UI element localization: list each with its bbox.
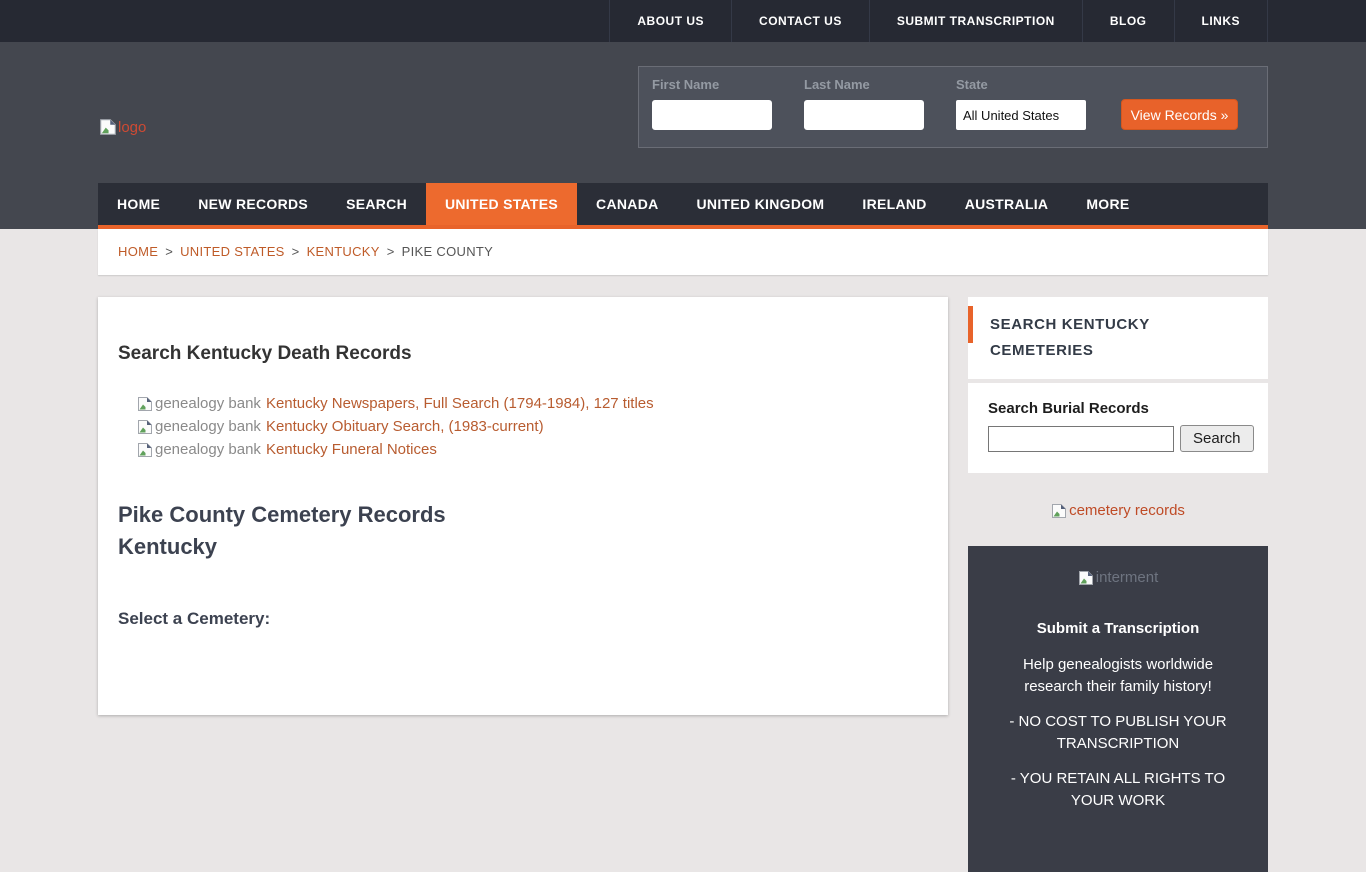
- breadcrumb-kentucky[interactable]: KENTUCKY: [307, 244, 380, 259]
- breadcrumb-separator: >: [387, 244, 395, 259]
- death-records-list: genealogy bank Kentucky Newspapers, Full…: [137, 392, 928, 461]
- list-item: genealogy bank Kentucky Funeral Notices: [137, 438, 928, 461]
- breadcrumb-home[interactable]: HOME: [118, 244, 158, 259]
- broken-image-icon: [1078, 570, 1094, 586]
- breadcrumb: HOME > UNITED STATES > KENTUCKY > PIKE COUNTY: [98, 229, 1268, 275]
- kentucky-funeral-notices-link[interactable]: Kentucky Funeral Notices: [266, 438, 437, 461]
- topbar-item-links[interactable]: LINKS: [1174, 0, 1269, 42]
- list-item: genealogy bank Kentucky Newspapers, Full…: [137, 392, 928, 415]
- genealogy-bank-alt-text: genealogy bank: [155, 415, 261, 438]
- broken-image-icon: [98, 118, 118, 136]
- list-item: genealogy bank Kentucky Obituary Search,…: [137, 415, 928, 438]
- view-records-button[interactable]: View Records »: [1121, 99, 1238, 130]
- cemetery-records-alt-text: cemetery records: [1069, 502, 1185, 519]
- select-cemetery-label: Select a Cemetery:: [118, 609, 928, 629]
- cemetery-records-link[interactable]: cemetery records: [968, 502, 1268, 519]
- first-name-label: First Name: [652, 77, 772, 92]
- broken-image-icon: [1051, 503, 1067, 519]
- death-records-heading: Search Kentucky Death Records: [118, 343, 928, 365]
- burial-search-label: Search Burial Records: [988, 400, 1248, 417]
- nav-item-united-kingdom[interactable]: UNITED KINGDOM: [678, 183, 844, 225]
- breadcrumb-bar: HOME > UNITED STATES > KENTUCKY > PIKE COUNTY: [98, 229, 1268, 275]
- site-header: logo First Name Last Name State All Unit…: [0, 42, 1366, 229]
- last-name-input[interactable]: [804, 100, 924, 130]
- burial-search-input[interactable]: [988, 426, 1174, 452]
- top-utility-bar: ABOUT US CONTACT US SUBMIT TRANSCRIPTION…: [0, 0, 1366, 42]
- nav-item-search[interactable]: SEARCH: [327, 183, 426, 225]
- nav-item-united-states[interactable]: UNITED STATES: [426, 183, 577, 225]
- main-navigation: HOME NEW RECORDS SEARCH UNITED STATES CA…: [98, 183, 1268, 229]
- main-content-card: Search Kentucky Death Records genealogy …: [98, 297, 948, 715]
- nav-item-more[interactable]: MORE: [1067, 183, 1148, 225]
- page-title-line1: Pike County Cemetery Records: [118, 499, 928, 531]
- nav-item-ireland[interactable]: IRELAND: [843, 183, 945, 225]
- sidebar: SEARCH KENTUCKY CEMETERIES Search Burial…: [968, 297, 1268, 872]
- breadcrumb-separator: >: [165, 244, 173, 259]
- page-title-line2: Kentucky: [118, 531, 928, 563]
- breadcrumb-pike-county: PIKE COUNTY: [402, 244, 493, 259]
- nav-item-canada[interactable]: CANADA: [577, 183, 677, 225]
- broken-image-icon: [137, 396, 153, 412]
- transcription-body-text: Help genealogists worldwide research the…: [1002, 654, 1234, 698]
- nav-item-australia[interactable]: AUSTRALIA: [946, 183, 1068, 225]
- interment-alt-text: interment: [1096, 569, 1159, 586]
- site-logo[interactable]: logo: [98, 118, 146, 136]
- topbar-item-contact-us[interactable]: CONTACT US: [731, 0, 869, 42]
- page-title: Pike County Cemetery Records Kentucky: [118, 499, 928, 563]
- state-label: State: [956, 77, 1086, 92]
- genealogy-bank-alt-text: genealogy bank: [155, 438, 261, 461]
- broken-image-icon: [137, 442, 153, 458]
- interment-image-placeholder: interment: [984, 569, 1252, 586]
- sidebar-title: SEARCH KENTUCKY CEMETERIES: [990, 312, 1248, 364]
- burial-search-button[interactable]: Search: [1180, 425, 1254, 452]
- breadcrumb-united-states[interactable]: UNITED STATES: [180, 244, 285, 259]
- topbar-item-submit-transcription[interactable]: SUBMIT TRANSCRIPTION: [869, 0, 1082, 42]
- submit-transcription-panel: interment Submit a Transcription Help ge…: [968, 546, 1268, 872]
- kentucky-newspapers-link[interactable]: Kentucky Newspapers, Full Search (1794-1…: [266, 392, 654, 415]
- breadcrumb-separator: >: [292, 244, 300, 259]
- topbar-item-blog[interactable]: BLOG: [1082, 0, 1174, 42]
- logo-alt-text: logo: [118, 119, 146, 136]
- topbar-item-about-us[interactable]: ABOUT US: [609, 0, 731, 42]
- transcription-bullet-1: - NO COST TO PUBLISH YOUR TRANSCRIPTION: [990, 711, 1246, 755]
- transcription-bullet-2: - YOU RETAIN ALL RIGHTS TO YOUR WORK: [990, 768, 1246, 812]
- record-search-panel: First Name Last Name State All United St…: [638, 66, 1268, 148]
- genealogy-bank-alt-text: genealogy bank: [155, 392, 261, 415]
- kentucky-obituary-link[interactable]: Kentucky Obituary Search, (1983-current): [266, 415, 544, 438]
- submit-transcription-title: Submit a Transcription: [984, 620, 1252, 637]
- nav-item-new-records[interactable]: NEW RECORDS: [179, 183, 327, 225]
- broken-image-icon: [137, 419, 153, 435]
- orange-accent-bar: [968, 306, 973, 343]
- burial-search-box: Search Burial Records Search: [968, 383, 1268, 473]
- first-name-input[interactable]: [652, 100, 772, 130]
- state-select[interactable]: All United States: [956, 100, 1086, 130]
- last-name-label: Last Name: [804, 77, 924, 92]
- nav-item-home[interactable]: HOME: [98, 183, 179, 225]
- sidebar-title-box: SEARCH KENTUCKY CEMETERIES: [968, 297, 1268, 379]
